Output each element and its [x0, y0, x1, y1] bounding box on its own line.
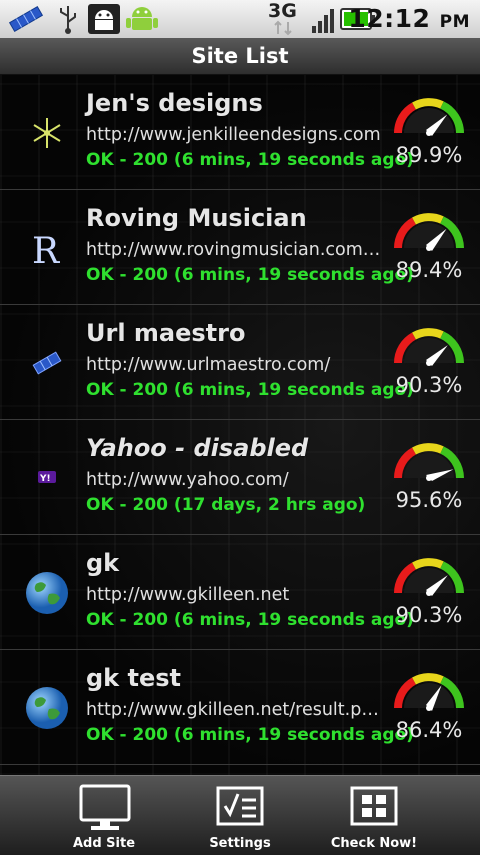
- satellite-icon: [24, 340, 70, 386]
- status-bar: 3G 12:12 PM: [0, 0, 480, 38]
- uptime-percent: 95.6%: [395, 488, 463, 512]
- globe-icon: [24, 685, 70, 731]
- uptime-percent: 86.4%: [395, 718, 463, 742]
- site-url: http://www.gkilleen.net/result.php...: [86, 700, 386, 720]
- yahoo-icon: Y!: [24, 455, 70, 501]
- site-row[interactable]: gk test http://www.gkilleen.net/result.p…: [0, 650, 480, 765]
- site-row[interactable]: gk http://www.gkilleen.net OK - 200 (6 m…: [0, 535, 480, 650]
- site-name: Url maestro: [86, 319, 246, 347]
- site-status: OK - 200 (6 mins, 19 seconds ago): [86, 150, 414, 170]
- data-arrows-icon: [272, 20, 294, 40]
- site-status: OK - 200 (6 mins, 19 seconds ago): [86, 610, 414, 630]
- letter-r-icon: R: [24, 225, 70, 272]
- android-debug-icon: [88, 4, 120, 38]
- site-url: http://www.rovingmusician.com/p...: [86, 240, 386, 260]
- monitor-icon: [79, 784, 131, 830]
- uptime-percent: 90.3%: [395, 603, 463, 627]
- settings-checklist-icon: [216, 786, 264, 826]
- uptime-percent: 89.4%: [395, 258, 463, 282]
- grid-icon: [350, 786, 398, 826]
- site-name: Roving Musician: [86, 204, 307, 232]
- svg-text:R: R: [32, 231, 60, 271]
- site-status: OK - 200 (6 mins, 19 seconds ago): [86, 725, 414, 745]
- site-row[interactable]: Jen's designs http://www.jenkilleendesig…: [0, 75, 480, 190]
- usb-icon: [56, 4, 80, 38]
- check-now-label: Check Now!: [330, 836, 418, 851]
- snowflake-icon: [24, 110, 70, 156]
- uptime-gauge-icon: [392, 93, 466, 141]
- site-status: OK - 200 (17 days, 2 hrs ago): [86, 495, 366, 515]
- network-type: 3G: [268, 0, 297, 22]
- site-url: http://www.yahoo.com/: [86, 470, 289, 490]
- check-now-button[interactable]: Check Now!: [294, 776, 454, 855]
- site-status: OK - 200 (6 mins, 19 seconds ago): [86, 265, 414, 285]
- site-name: Yahoo - disabled: [86, 434, 309, 462]
- uptime-percent: 89.9%: [395, 143, 463, 167]
- uptime-gauge-icon: [392, 323, 466, 371]
- site-row[interactable]: Url maestro http://www.urlmaestro.com/ O…: [0, 305, 480, 420]
- site-url: http://www.jenkilleendesigns.com: [86, 125, 381, 145]
- signal-icon: [312, 6, 336, 38]
- uptime-gauge-icon: [392, 553, 466, 601]
- site-name: Jen's designs: [86, 89, 263, 117]
- site-name: gk: [86, 549, 120, 577]
- globe-icon: [24, 570, 70, 616]
- site-name: gk test: [86, 664, 182, 692]
- android-icon: [124, 4, 160, 40]
- uptime-gauge-icon: [392, 668, 466, 716]
- uptime-percent: 90.3%: [395, 373, 463, 397]
- uptime-gauge-icon: [392, 208, 466, 256]
- clock: 12:12 PM: [348, 4, 470, 33]
- site-url: http://www.gkilleen.net: [86, 585, 290, 605]
- page-title: Site List: [0, 38, 480, 75]
- site-row[interactable]: Y! Yahoo - disabled http://www.yahoo.com…: [0, 420, 480, 535]
- site-list[interactable]: Jen's designs http://www.jenkilleendesig…: [0, 75, 480, 775]
- site-url: http://www.urlmaestro.com/: [86, 355, 331, 375]
- uptime-gauge-icon: [392, 438, 466, 486]
- svg-text:Y!: Y!: [39, 474, 51, 484]
- site-status: OK - 200 (6 mins, 19 seconds ago): [86, 380, 414, 400]
- site-row[interactable]: R Roving Musician http://www.rovingmusic…: [0, 190, 480, 305]
- bottom-nav: Add Site Settings Check Now!: [0, 775, 480, 855]
- satellite-icon: [6, 4, 46, 38]
